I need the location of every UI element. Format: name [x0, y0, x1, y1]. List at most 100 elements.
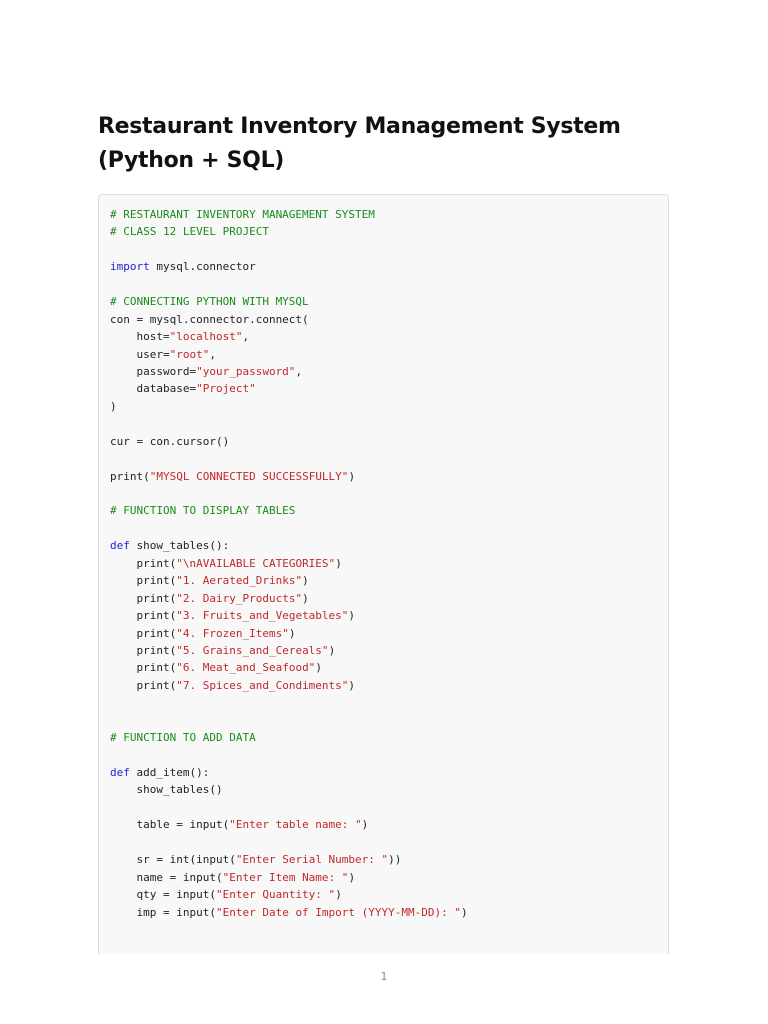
code-text: password= — [110, 364, 197, 378]
code-text: ) — [335, 888, 342, 902]
code-keyword: def — [110, 766, 130, 779]
code-string: "7. Spices_and_Condiments" — [176, 678, 349, 692]
code-line: show_tables() — [110, 781, 468, 798]
code-line: # RESTAURANT INVENTORY MANAGEMENT SYSTEM — [110, 206, 468, 223]
code-line: table = input("Enter table name: ") — [110, 816, 468, 833]
code-comment: # CLASS 12 LEVEL PROJECT — [110, 225, 269, 239]
code-text: , — [295, 364, 303, 378]
code-text: ) — [288, 626, 296, 640]
code-string: "root" — [169, 347, 210, 361]
code-line: print("MYSQL CONNECTED SUCCESSFULLY") — [110, 468, 468, 485]
code-text: host= — [110, 330, 170, 344]
code-line: password="your_password", — [110, 363, 468, 380]
code-line: print("6. Meat_and_Seafood") — [110, 659, 468, 676]
code-string: "5. Grains_and_Cereals" — [176, 643, 329, 657]
code-line: database="Project" — [110, 380, 468, 397]
code-line: name = input("Enter Item Name: ") — [110, 869, 468, 886]
code-string: "Enter Date of Import (YYYY-MM-DD): " — [215, 905, 462, 919]
code-string: "3. Fruits_and_Vegetables" — [176, 609, 349, 623]
code-text: table = input( — [110, 818, 230, 832]
code-text: print( — [110, 609, 177, 623]
code-text: con = mysql.connector.connect( — [110, 312, 309, 326]
code-comment: # RESTAURANT INVENTORY MANAGEMENT SYSTEM — [110, 208, 375, 221]
code-line: # CONNECTING PYTHON WITH MYSQL — [110, 293, 468, 310]
code-string: "Project" — [196, 382, 256, 396]
code-text: cur = con.cursor() — [110, 434, 230, 448]
code-string: "Enter table name: " — [229, 818, 362, 832]
code-text: ) — [302, 574, 309, 588]
code-line: imp = input("Enter Date of Import (YYYY-… — [110, 904, 468, 921]
code-line: cur = con.cursor() — [110, 433, 468, 450]
code-text: )) — [388, 853, 402, 867]
code-text: print( — [110, 469, 150, 483]
code-line: ) — [110, 398, 468, 415]
code-string: "MYSQL CONNECTED SUCCESSFULLY" — [149, 469, 349, 483]
code-text: ) — [315, 661, 322, 675]
code-line: print("5. Grains_and_Cereals") — [110, 642, 468, 659]
page-number: 1 — [380, 970, 388, 983]
code-line: # CLASS 12 LEVEL PROJECT — [110, 223, 468, 240]
code-text: print( — [110, 643, 177, 657]
code-text: ) — [335, 556, 342, 570]
code-text: ) — [348, 678, 356, 692]
code-text: , — [209, 347, 216, 361]
code-text: ) — [461, 905, 468, 919]
code-text: ) — [302, 591, 309, 605]
code-text: show_tables() — [110, 783, 223, 797]
code-line: import mysql.connector — [110, 258, 468, 275]
code-string: "Enter Serial Number: " — [235, 853, 389, 867]
code-text: , — [242, 330, 250, 344]
code-string: "localhost" — [169, 330, 243, 344]
code-line: def add_item(): — [110, 764, 468, 781]
code-line: sr = int(input("Enter Serial Number: ")) — [110, 851, 468, 868]
code-string: "6. Meat_and_Seafood" — [176, 661, 316, 675]
document-title: Restaurant Inventory Management System (… — [98, 110, 678, 178]
title-line-1: Restaurant Inventory Management System — [98, 114, 621, 139]
code-text: add_item(): — [129, 766, 210, 779]
code-text: ) — [328, 643, 336, 657]
code-line: host="localhost", — [110, 328, 468, 345]
code-text: ) — [348, 469, 356, 483]
code-text: name = input( — [110, 870, 223, 884]
code-text: ) — [110, 399, 117, 413]
code-string: "your_password" — [196, 364, 296, 378]
code-text: print( — [110, 556, 177, 570]
code-text: ) — [361, 818, 369, 832]
code-text: ) — [348, 870, 356, 884]
code-string: "Enter Item Name: " — [222, 870, 349, 884]
code-text: mysql.connector — [149, 260, 256, 274]
code-block: # RESTAURANT INVENTORY MANAGEMENT SYSTEM… — [98, 194, 669, 954]
code-text: print( — [110, 574, 177, 588]
code-text: print( — [110, 678, 177, 692]
code-line: print("4. Frozen_Items") — [110, 625, 468, 642]
code-comment: # FUNCTION TO DISPLAY TABLES — [110, 504, 296, 518]
code-line: print("1. Aerated_Drinks") — [110, 572, 468, 589]
code-text: print( — [110, 626, 177, 640]
code-text: sr = int(input( — [110, 853, 236, 867]
code-string: "4. Frozen_Items" — [176, 626, 289, 640]
code-text: user= — [110, 347, 170, 361]
code-line: def show_tables(): — [110, 537, 468, 554]
code-text: show_tables(): — [129, 539, 230, 553]
code-text: database= — [110, 382, 197, 396]
code-line: print("\nAVAILABLE CATEGORIES") — [110, 555, 468, 572]
code-listing: # RESTAURANT INVENTORY MANAGEMENT SYSTEM… — [110, 206, 468, 921]
code-string: "1. Aerated_Drinks" — [176, 574, 303, 588]
code-keyword: def — [110, 539, 130, 553]
code-comment: # CONNECTING PYTHON WITH MYSQL — [110, 295, 309, 309]
code-line: print("7. Spices_and_Condiments") — [110, 677, 468, 694]
code-line: qty = input("Enter Quantity: ") — [110, 886, 468, 903]
code-line: print("2. Dairy_Products") — [110, 590, 468, 607]
code-line: # FUNCTION TO DISPLAY TABLES — [110, 502, 468, 519]
code-string: "2. Dairy_Products" — [176, 591, 303, 605]
code-line: # FUNCTION TO ADD DATA — [110, 729, 468, 746]
